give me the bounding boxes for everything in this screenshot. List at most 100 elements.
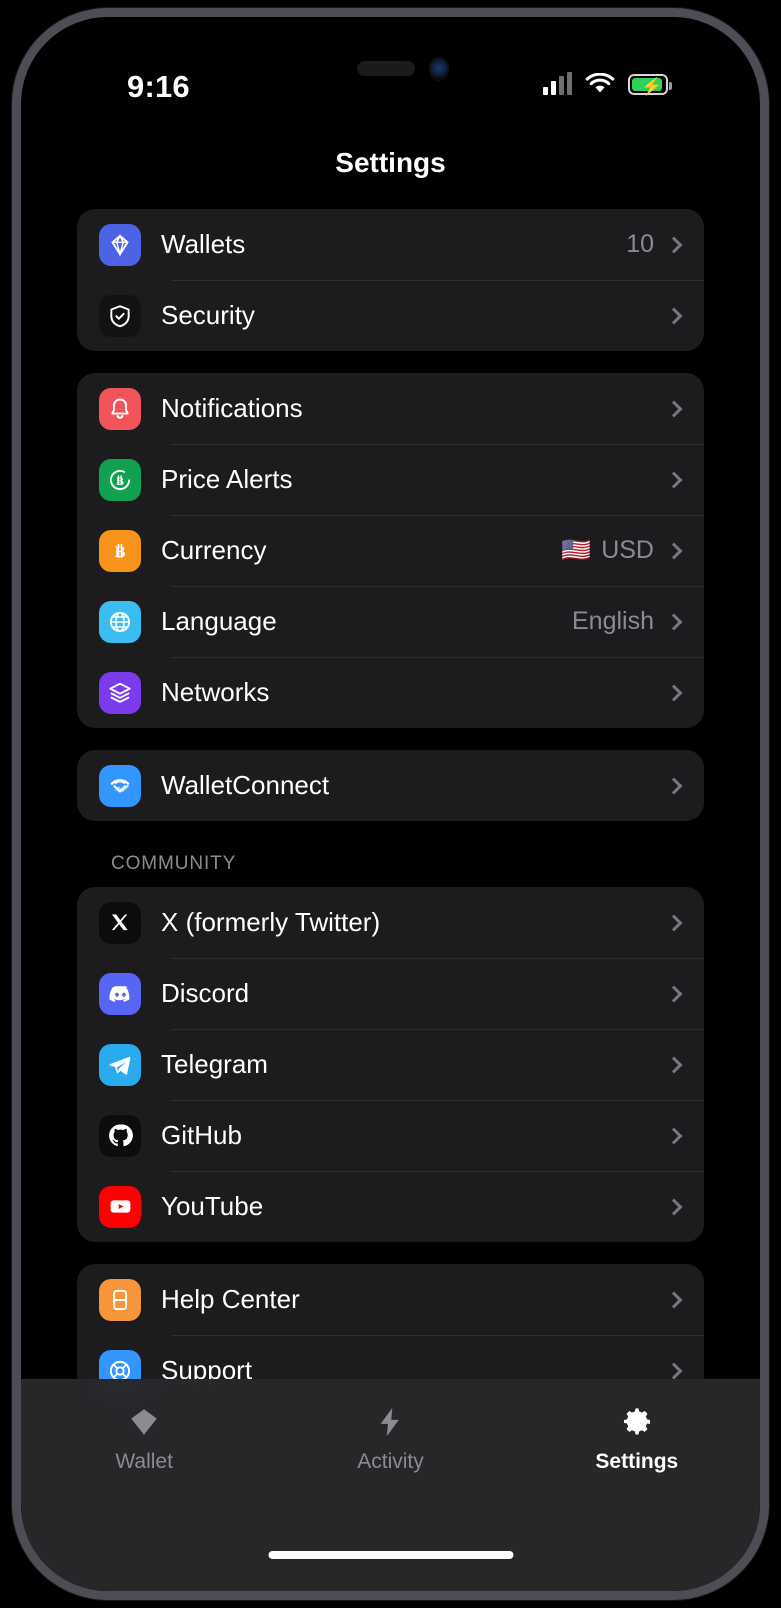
page-title: Settings — [335, 147, 446, 178]
chevron-right-icon — [665, 1362, 683, 1379]
github-icon — [99, 1114, 141, 1157]
settings-row-accessory — [664, 471, 683, 488]
settings-row-github[interactable]: GitHub — [77, 1100, 704, 1171]
settings-row-accessory — [664, 400, 683, 417]
settings-row-currency[interactable]: B Currency 🇺🇸 USD — [77, 515, 704, 586]
bolt-icon — [373, 1405, 407, 1439]
settings-row-discord[interactable]: Discord — [77, 958, 704, 1029]
cellular-bars-icon — [543, 72, 572, 95]
settings-row-price-alerts[interactable]: B Price Alerts — [77, 444, 704, 515]
settings-row-accessory: English — [572, 607, 683, 636]
settings-row-label: Notifications — [161, 393, 303, 423]
preferences-group: Notifications B Price Alerts B Currency 🇺🇸 USD… — [77, 373, 704, 728]
flag-icon: 🇺🇸 — [561, 536, 592, 564]
diamond-icon — [127, 1405, 161, 1439]
status-bar: 9:16 ⚡ — [21, 17, 760, 125]
settings-row-accessory — [664, 777, 683, 794]
settings-row-notifications[interactable]: Notifications — [77, 373, 704, 444]
chevron-right-icon — [665, 236, 683, 253]
phone-screen: 9:16 ⚡ Settings Wallets 10 Security Noti… — [21, 17, 760, 1591]
tab-label: Activity — [357, 1450, 424, 1473]
tab-settings[interactable]: Settings — [514, 1405, 760, 1474]
discord-icon — [99, 972, 141, 1015]
settings-row-wallets[interactable]: Wallets 10 — [77, 209, 704, 280]
settings-row-accessory — [664, 985, 683, 1002]
shield-check-icon — [99, 294, 141, 337]
settings-row-walletconnect[interactable]: WalletConnect — [77, 750, 704, 821]
settings-row-accessory — [664, 1362, 683, 1379]
walletconnect-group: WalletConnect — [77, 750, 704, 821]
settings-row-label: X (formerly Twitter) — [161, 907, 381, 937]
settings-row-label: Wallets — [161, 229, 246, 259]
settings-row-accessory — [664, 1056, 683, 1073]
chevron-right-icon — [665, 684, 683, 701]
globe-icon — [99, 600, 141, 643]
chevron-right-icon — [665, 471, 683, 488]
settings-row-value: USD — [601, 536, 654, 564]
front-camera-icon — [429, 57, 449, 81]
settings-row-label: Price Alerts — [161, 464, 293, 494]
battery-charging-icon: ⚡ — [628, 73, 672, 96]
settings-row-x-twitter[interactable]: X (formerly Twitter) — [77, 887, 704, 958]
diamond-icon — [99, 223, 141, 266]
account-group: Wallets 10 Security — [77, 209, 704, 351]
gear-icon — [620, 1405, 654, 1439]
status-bar-time: 9:16 — [127, 69, 190, 104]
settings-row-label: YouTube — [161, 1191, 264, 1221]
chevron-right-icon — [665, 914, 683, 931]
settings-row-label: Currency — [161, 535, 267, 565]
tab-label: Wallet — [115, 1450, 173, 1473]
chevron-right-icon — [665, 777, 683, 794]
bell-icon — [99, 387, 141, 430]
walletconnect-icon — [99, 764, 141, 807]
chevron-right-icon — [665, 985, 683, 1002]
settings-row-value: English — [572, 607, 654, 635]
settings-row-accessory — [664, 307, 683, 324]
tab-label: Settings — [595, 1450, 679, 1473]
settings-row-telegram[interactable]: Telegram — [77, 1029, 704, 1100]
settings-row-label: Discord — [161, 978, 250, 1008]
settings-row-label: GitHub — [161, 1120, 242, 1150]
telegram-icon — [99, 1043, 141, 1086]
bitcoin-circle-icon: B — [99, 458, 141, 501]
settings-row-security[interactable]: Security — [77, 280, 704, 351]
settings-row-label: Networks — [161, 677, 270, 707]
settings-row-language[interactable]: Language English — [77, 586, 704, 657]
tab-wallet[interactable]: Wallet — [21, 1405, 267, 1474]
bitcoin-icon: B — [99, 529, 141, 572]
svg-text:B: B — [116, 475, 124, 487]
chevron-right-icon — [665, 1056, 683, 1073]
chevron-right-icon — [665, 613, 683, 630]
settings-row-value: 10 — [626, 230, 654, 258]
chevron-right-icon — [665, 1291, 683, 1308]
settings-row-accessory: 10 — [626, 230, 683, 259]
youtube-icon — [99, 1185, 141, 1228]
chevron-right-icon — [665, 1198, 683, 1215]
phone-device-frame: 9:16 ⚡ Settings Wallets 10 Security Noti… — [12, 8, 769, 1600]
settings-row-youtube[interactable]: YouTube — [77, 1171, 704, 1242]
settings-row-label: Help Center — [161, 1284, 300, 1314]
settings-row-help-center[interactable]: Help Center — [77, 1264, 704, 1335]
settings-row-accessory: 🇺🇸 USD — [561, 536, 683, 565]
settings-row-label: Telegram — [161, 1049, 268, 1079]
settings-row-accessory — [664, 1198, 683, 1215]
chevron-right-icon — [665, 400, 683, 417]
settings-row-networks[interactable]: Networks — [77, 657, 704, 728]
book-icon — [99, 1278, 141, 1321]
dynamic-island — [357, 61, 415, 76]
home-indicator — [268, 1551, 513, 1559]
chevron-right-icon — [665, 542, 683, 559]
svg-text:B: B — [115, 543, 126, 561]
chevron-right-icon — [665, 1127, 683, 1144]
status-bar-indicators: ⚡ — [543, 72, 672, 96]
settings-row-accessory — [664, 684, 683, 701]
settings-row-accessory — [664, 1127, 683, 1144]
settings-row-label: Security — [161, 300, 255, 330]
x-icon — [99, 901, 141, 944]
section-header-community-group: COMMUNITY — [111, 853, 237, 874]
settings-row-label: Language — [161, 606, 277, 636]
tab-activity[interactable]: Activity — [267, 1405, 513, 1474]
bottom-tab-bar[interactable]: Wallet Activity Settings — [21, 1379, 760, 1591]
wifi-icon — [585, 73, 615, 93]
settings-row-accessory — [664, 914, 683, 931]
